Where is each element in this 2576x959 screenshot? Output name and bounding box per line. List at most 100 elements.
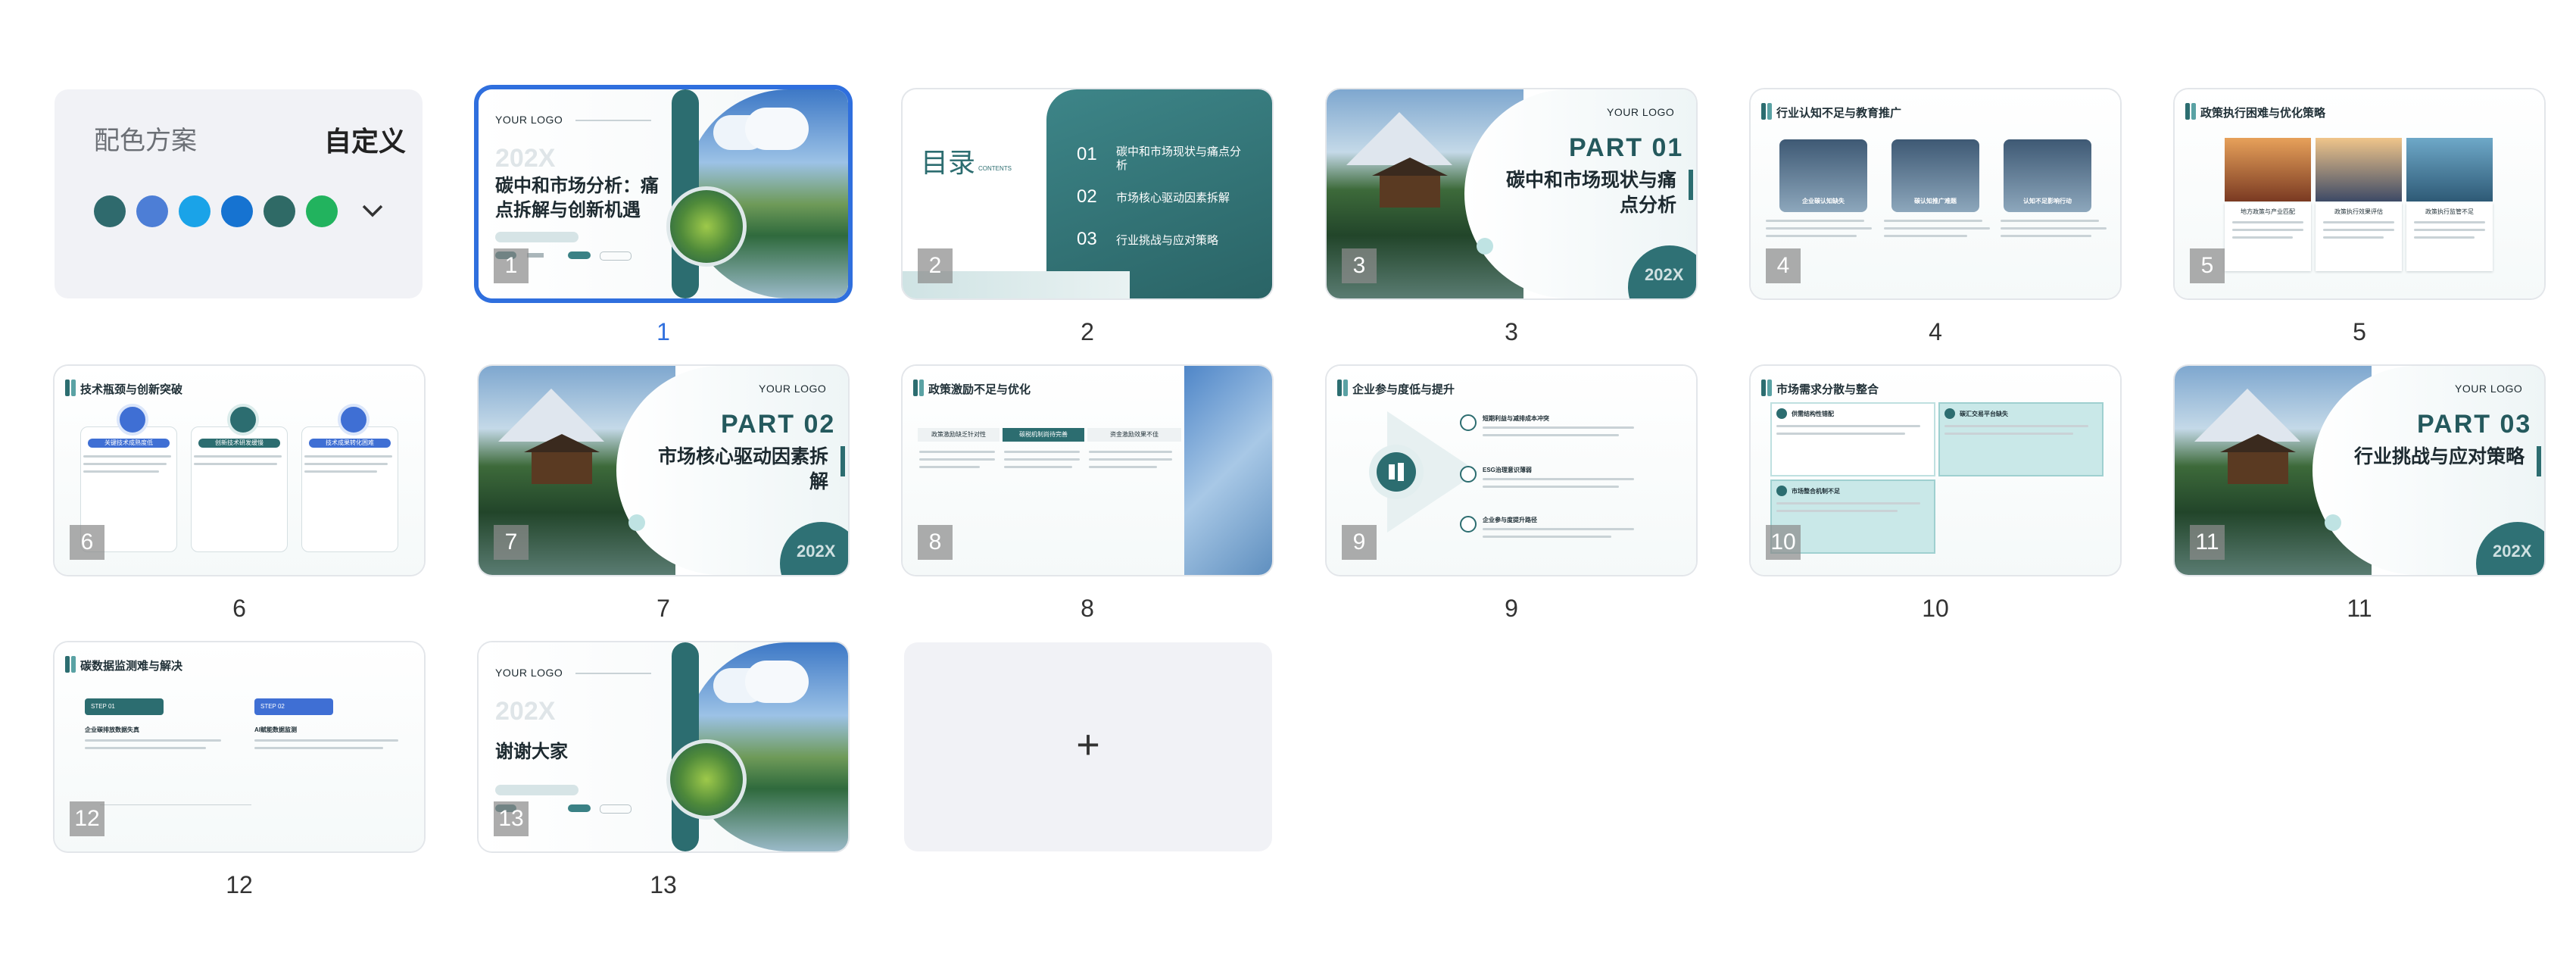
slide-badge: 8 [918, 525, 953, 560]
slide-title: 行业认知不足与教育推广 [1776, 107, 1902, 120]
slide-badge: 4 [1766, 248, 1801, 283]
slide-thumbnail-6[interactable]: 技术瓶颈与创新突破 关键技术成熟度低 创新技术研发缓慢 技术成果转化困难 6 [55, 366, 424, 575]
color-swatch-3[interactable] [179, 195, 211, 227]
slide-thumbnail-4[interactable]: 行业认知不足与教育推广 企业碳认知缺失 碳认知推广难题 认知不足影响行动 4 [1751, 89, 2120, 298]
slide-number-5: 5 [2353, 318, 2366, 345]
card-title: 地方政策与产业匹配 [2241, 208, 2295, 215]
slide-thumbnail-11[interactable]: YOUR LOGO PART 03 行业挑战与应对策略 202X 11 [2175, 366, 2544, 575]
item-title: 企业参与度提升路径 [1483, 517, 1537, 523]
slide-title: 谢谢大家 [495, 742, 568, 762]
item-title: 短期利益与减排成本冲突 [1483, 415, 1549, 422]
slide-year: 202X [2493, 542, 2532, 561]
color-swatch-1[interactable] [94, 195, 126, 227]
slide-badge: 9 [1342, 525, 1377, 560]
slide-badge: 12 [70, 801, 104, 836]
item-title: 碳汇交易平台缺失 [1960, 411, 2008, 417]
color-swatch-2[interactable] [136, 195, 168, 227]
card-title: 认知不足影响行动 [2023, 198, 2072, 205]
part-title: 碳中和市场现状与痛 点分析 [1505, 170, 1676, 216]
part-number: PART 02 [721, 410, 836, 439]
slide-badge: 7 [494, 525, 529, 560]
slide-number-6: 6 [232, 595, 246, 622]
toc-heading: 目录 [921, 147, 976, 178]
step-heading: 企业碳排放数据失真 [85, 726, 139, 733]
slide-thumbnail-3[interactable]: YOUR LOGO PART 01 碳中和市场现状与痛 点分析 202X 3 [1327, 89, 1696, 298]
color-scheme-value: 自定义 [323, 126, 406, 157]
card-title: 碳认知推广难题 [1914, 198, 1957, 205]
slide-badge: 2 [918, 248, 953, 283]
slide-number-8: 8 [1081, 595, 1094, 622]
slide-number-9: 9 [1505, 595, 1518, 622]
slide-number-10: 10 [1922, 595, 1949, 622]
slide-logo: YOUR LOGO [759, 383, 827, 395]
step-tag: STEP 02 [254, 698, 333, 715]
card-title: 技术成果转化困难 [309, 439, 391, 448]
slide-thumbnail-1[interactable]: YOUR LOGO 202X 碳中和市场分析：痛 点拆解与创新机遇 1 [479, 89, 848, 298]
slide-badge: 6 [70, 525, 104, 560]
part-title: 市场核心驱动因素拆解 [657, 446, 828, 492]
slide-thumbnail-7[interactable]: YOUR LOGO PART 02 市场核心驱动因素拆解 202X 7 [479, 366, 848, 575]
slide-badge: 10 [1766, 525, 1801, 560]
item-title: 市场整合机制不足 [1792, 488, 1840, 495]
slide-number-2: 2 [1081, 318, 1094, 345]
slide-thumbnail-5[interactable]: 政策执行困难与优化策略 地方政策与产业匹配 政策执行效果评估 政策执行监管不足 … [2175, 89, 2544, 298]
tab-label: 资金激励效果不佳 [1087, 428, 1181, 442]
add-slide-button[interactable]: + [904, 642, 1272, 851]
slide-badge: 13 [494, 801, 529, 836]
slide-title: 碳中和市场分析：痛 点拆解与创新机遇 [495, 176, 659, 220]
tab-label: 碳税机制尚待完善 [1003, 428, 1084, 442]
slide-number-13: 13 [650, 871, 677, 898]
slide-badge: 11 [2190, 525, 2225, 560]
slide-thumbnail-13[interactable]: YOUR LOGO 202X 谢谢大家 13 [479, 642, 848, 851]
slide-number-12: 12 [226, 871, 253, 898]
color-swatch-4[interactable] [221, 195, 253, 227]
slide-title: 市场需求分散与整合 [1776, 383, 1879, 396]
card-title: 企业碳认知缺失 [1802, 198, 1845, 205]
slide-badge: 3 [1342, 248, 1377, 283]
slide-thumbnail-2[interactable]: 目录 CONTENTS 01 碳中和市场现状与痛点分析 02 市场核心驱动因素拆… [903, 89, 1272, 298]
slide-number-3: 3 [1505, 318, 1518, 345]
slide-year: 202X [495, 144, 556, 173]
color-swatch-6[interactable] [306, 195, 338, 227]
slide-title: 政策执行困难与优化策略 [2200, 107, 2326, 120]
slide-logo: YOUR LOGO [2455, 383, 2523, 395]
step-tag: STEP 01 [85, 698, 164, 715]
slide-number-1: 1 [656, 318, 670, 345]
slide-title: 技术瓶颈与创新突破 [80, 383, 183, 396]
card-title: 政策执行效果评估 [2334, 208, 2383, 215]
slide-title: 碳数据监测难与解决 [80, 660, 183, 673]
slide-thumbnail-10[interactable]: 市场需求分散与整合 供需结构性错配 碳汇交易平台缺失 市场整合机制不足 10 [1751, 366, 2120, 575]
color-scheme-label: 配色方案 [94, 127, 197, 155]
slide-thumbnail-12[interactable]: 碳数据监测难与解决 STEP 01 STEP 02 企业碳排放数据失真 AI赋能… [55, 642, 424, 851]
slide-logo: YOUR LOGO [1607, 106, 1675, 118]
slide-thumbnail-8[interactable]: 政策激励不足与优化 政策激励缺乏针对性 碳税机制尚待完善 资金激励效果不佳 8 [903, 366, 1272, 575]
slide-logo: YOUR LOGO [495, 667, 563, 679]
item-title: 供需结构性错配 [1792, 411, 1834, 417]
slide-year: 202X [495, 697, 556, 726]
slide-number-7: 7 [656, 595, 670, 622]
card-title: 创新技术研发缓慢 [198, 439, 280, 448]
slide-badge: 1 [494, 248, 529, 283]
slide-thumbnail-9[interactable]: 企业参与度低与提升 短期利益与减排成本冲突 ESG治理意识薄弱 企业参与度提升路… [1327, 366, 1696, 575]
plus-icon: + [1076, 722, 1100, 767]
part-title: 行业挑战与应对策略 [2353, 446, 2525, 467]
toc-heading-en: CONTENTS [978, 165, 1012, 172]
slide-number-4: 4 [1929, 318, 1942, 345]
slide-number-11: 11 [2347, 595, 2372, 622]
slide-badge: 5 [2190, 248, 2225, 283]
slide-title: 政策激励不足与优化 [928, 383, 1031, 396]
chevron-down-icon[interactable] [360, 201, 385, 220]
slide-logo: YOUR LOGO [495, 114, 563, 126]
slide-title: 企业参与度低与提升 [1352, 383, 1455, 396]
card-title: 政策执行监管不足 [2425, 208, 2474, 215]
color-swatch-5[interactable] [264, 195, 295, 227]
slide-year: 202X [797, 542, 836, 561]
step-heading: AI赋能数据监测 [254, 726, 297, 733]
tab-label: 政策激励缺乏针对性 [918, 428, 1000, 442]
part-number: PART 03 [2417, 410, 2532, 439]
part-number: PART 01 [1569, 133, 1684, 162]
card-title: 关键技术成熟度低 [88, 439, 170, 448]
slide-year: 202X [1645, 265, 1684, 284]
color-scheme-panel[interactable]: 配色方案 自定义 [55, 89, 423, 298]
item-title: ESG治理意识薄弱 [1483, 467, 1532, 473]
